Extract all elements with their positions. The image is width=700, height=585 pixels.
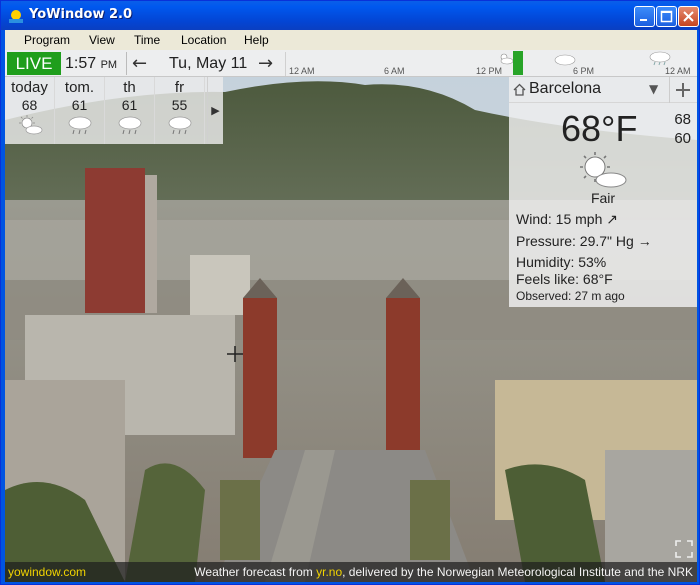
- rain-cloud-icon: [168, 116, 191, 135]
- forecast-day-name: fr: [174, 79, 185, 96]
- tick-label: 6 AM: [384, 66, 405, 76]
- menu-program[interactable]: Program: [24, 33, 70, 47]
- window-title: YoWindow 2.0: [29, 7, 133, 22]
- forecast-day-name: th: [123, 79, 136, 96]
- feels-like-info: Feels like: 68°F: [516, 271, 613, 287]
- minimize-button[interactable]: [634, 6, 655, 27]
- minimize-icon: [640, 19, 647, 21]
- pressure-info: Pressure: 29.7" Hg →: [516, 233, 652, 249]
- fullscreen-icon[interactable]: [675, 540, 693, 558]
- maximize-button[interactable]: [656, 6, 677, 27]
- menu-location[interactable]: Location: [181, 33, 226, 47]
- sun-cloud-icon: [500, 53, 513, 65]
- city-name: Barcelona: [529, 80, 602, 97]
- tick-label: 12 AM: [289, 66, 315, 76]
- menu-bar: Program View Time Location Help: [5, 30, 697, 50]
- rain-cloud-icon: [68, 116, 91, 135]
- next-day-arrow-icon[interactable]: →: [258, 53, 273, 74]
- current-temperature: 68°F: [561, 108, 638, 149]
- menu-time[interactable]: Time: [134, 33, 160, 47]
- title-bar[interactable]: YoWindow 2.0: [1, 1, 700, 30]
- rain-cloud-icon: [118, 116, 141, 135]
- tick-label: 6 PM: [573, 66, 595, 76]
- timeline-divider: [285, 52, 286, 76]
- forecast-temp: 61: [121, 97, 138, 113]
- close-icon: [683, 11, 694, 22]
- menu-help[interactable]: Help: [244, 33, 269, 47]
- divider: [669, 77, 670, 103]
- forecast-temp: 55: [171, 97, 188, 113]
- high-temperature: 68: [674, 111, 691, 128]
- forecast-temp: 68: [21, 97, 38, 113]
- current-time: 1:57 PM: [65, 52, 117, 75]
- condition-label: Fair: [590, 190, 616, 206]
- maximize-icon: [660, 10, 673, 23]
- wind-info: Wind: 15 mph ↗: [516, 211, 618, 227]
- previous-day-arrow-icon[interactable]: ←: [132, 53, 147, 74]
- time-bar[interactable]: LIVE 1:57 PM ← Tu, May 11 → 12 AM 6 AM 1…: [5, 50, 697, 77]
- tick-label: 12 PM: [476, 66, 503, 76]
- forecast-day-thursday[interactable]: th 61: [105, 77, 155, 144]
- app-icon: [9, 10, 23, 23]
- forecast-next-arrow-icon[interactable]: ▶: [207, 77, 223, 144]
- yr-no-link[interactable]: yr.no: [316, 565, 342, 579]
- observed-info: Observed: 27 m ago: [516, 289, 625, 303]
- credit-suffix: , delivered by the Norwegian Meteorologi…: [342, 565, 693, 579]
- location-selector[interactable]: Barcelona ▼: [509, 77, 697, 103]
- app-window: YoWindow 2.0 Program View Time Location …: [0, 0, 700, 585]
- forecast-day-name: today: [11, 79, 48, 96]
- sun-cloud-icon: [580, 152, 627, 188]
- forecast-credit: Weather forecast from yr.no, delivered b…: [194, 565, 693, 579]
- add-location-icon[interactable]: [675, 82, 691, 98]
- menu-view[interactable]: View: [89, 33, 115, 47]
- live-button[interactable]: LIVE: [7, 52, 61, 75]
- humidity-info: Humidity: 53%: [516, 254, 607, 270]
- rain-cloud-icon: [649, 51, 671, 66]
- location-dropdown-arrow-icon[interactable]: ▼: [649, 82, 658, 96]
- forecast-day-name: tom.: [64, 79, 95, 96]
- forecast-day-friday[interactable]: fr 55: [155, 77, 205, 144]
- current-conditions-panel: Barcelona ▼ 68°F 68 60 Fair Wind: 15 mph…: [509, 77, 697, 307]
- current-date: Tu, May 11: [169, 55, 248, 72]
- cloud-icon: [554, 54, 576, 66]
- credit-prefix: Weather forecast from: [194, 565, 317, 579]
- forecast-day-today[interactable]: today 68: [5, 77, 55, 144]
- close-button[interactable]: [678, 6, 699, 27]
- current-time-marker[interactable]: [513, 51, 523, 75]
- forecast-day-tomorrow[interactable]: tom. 61: [55, 77, 105, 144]
- crosshair-icon: [227, 346, 243, 362]
- forecast-strip: today 68 tom. 61 th 61 fr 55 ▶: [5, 77, 223, 144]
- low-temperature: 60: [674, 130, 691, 147]
- tick-label: 12 AM: [665, 66, 691, 76]
- time-suffix: PM: [100, 59, 118, 71]
- time-value: 1:57: [65, 55, 97, 72]
- forecast-temp: 61: [71, 97, 88, 113]
- home-icon: [513, 83, 526, 96]
- status-bar: yowindow.com Weather forecast from yr.no…: [5, 562, 697, 582]
- divider: [126, 52, 127, 75]
- weather-view: LIVE 1:57 PM ← Tu, May 11 → 12 AM 6 AM 1…: [5, 50, 697, 582]
- yowindow-link[interactable]: yowindow.com: [8, 565, 86, 579]
- sun-cloud-icon: [18, 115, 42, 135]
